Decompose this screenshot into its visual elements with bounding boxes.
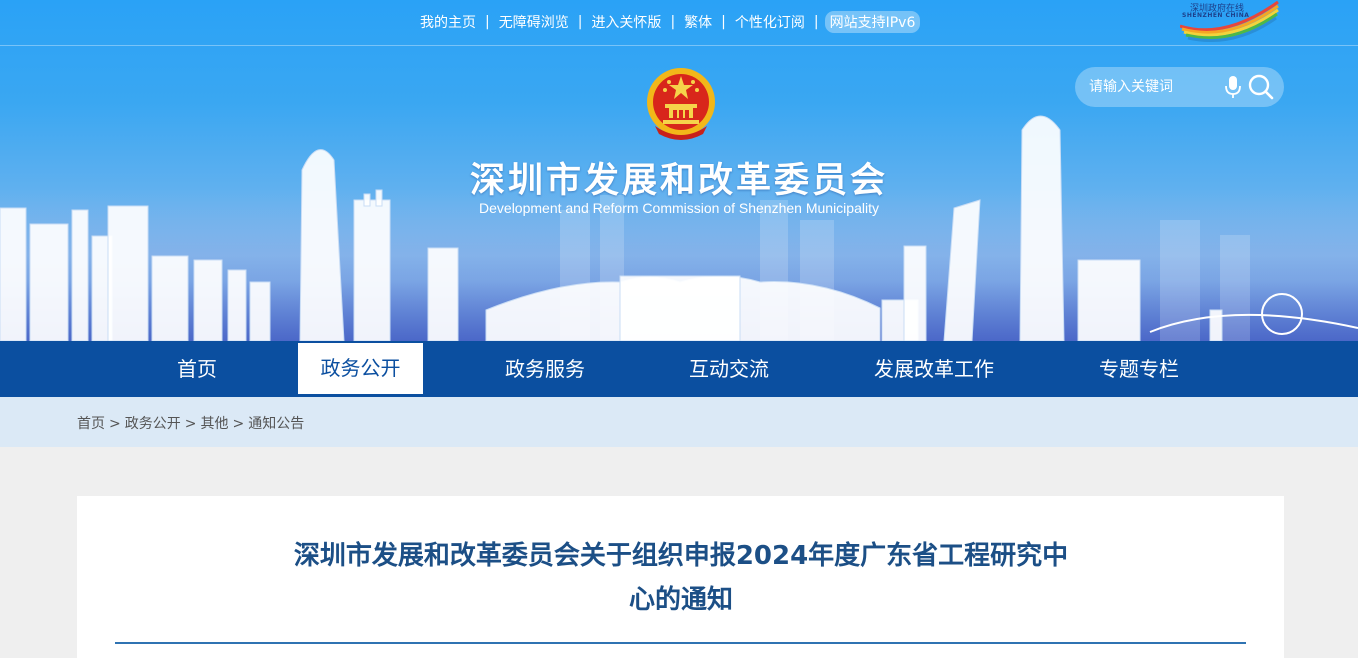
top-bar: 我的主页 | 无障碍浏览 | 进入关怀版 | 繁体 | 个性化订阅 | 网站支持… bbox=[0, 0, 1358, 46]
breadcrumb-other[interactable]: 其他 bbox=[200, 416, 228, 432]
separator: | bbox=[721, 14, 726, 30]
separator: | bbox=[670, 14, 676, 30]
separator: | bbox=[813, 14, 819, 30]
article-card: 深圳市发展和改革委员会关于组织申报2024年度广东省工程研究中 心的通知 bbox=[77, 496, 1284, 658]
logo-text-en: SHENZHEN CHINA bbox=[1182, 12, 1250, 19]
breadcrumb-bar: 首页 > 政务公开 > 其他 > 通知公告 bbox=[0, 397, 1358, 447]
nav-item-interaction[interactable]: 互动交流 bbox=[668, 341, 790, 397]
breadcrumb-separator: > bbox=[109, 416, 121, 432]
search-box bbox=[1075, 67, 1284, 107]
article-title: 深圳市发展和改革委员会关于组织申报2024年度广东省工程研究中 心的通知 bbox=[257, 534, 1105, 622]
nav-item-development-reform[interactable]: 发展改革工作 bbox=[860, 341, 1008, 397]
article-title-line2: 心的通知 bbox=[628, 585, 733, 615]
title-divider bbox=[115, 642, 1246, 644]
main-nav: 首页 政务公开 政务服务 互动交流 发展改革工作 专题专栏 bbox=[0, 341, 1358, 397]
breadcrumb: 首页 > 政务公开 > 其他 > 通知公告 bbox=[77, 413, 304, 433]
personalized-subscribe-link[interactable]: 个性化订阅 bbox=[729, 12, 811, 32]
search-input[interactable] bbox=[1089, 76, 1219, 98]
nav-item-special-topics[interactable]: 专题专栏 bbox=[1078, 341, 1200, 397]
breadcrumb-notices[interactable]: 通知公告 bbox=[248, 416, 304, 432]
breadcrumb-separator: > bbox=[184, 416, 197, 432]
search-icon[interactable] bbox=[1247, 73, 1275, 101]
nav-item-government-services[interactable]: 政务服务 bbox=[484, 341, 606, 397]
separator: | bbox=[577, 14, 583, 30]
nav-item-home[interactable]: 首页 bbox=[136, 341, 258, 397]
separator: | bbox=[485, 14, 490, 30]
breadcrumb-home[interactable]: 首页 bbox=[77, 416, 105, 432]
shenzhen-gov-online-logo[interactable]: 深圳政府在线 SHENZHEN CHINA bbox=[1180, 0, 1280, 42]
elderly-care-version-link[interactable]: 进入关怀版 bbox=[585, 12, 667, 32]
microphone-icon[interactable] bbox=[1223, 75, 1243, 99]
accessible-browse-link[interactable]: 无障碍浏览 bbox=[493, 12, 575, 32]
article-title-line1: 深圳市发展和改革委员会关于组织申报2024年度广东省工程研究中 bbox=[293, 541, 1069, 571]
site-subtitle: Development and Reform Commission of She… bbox=[479, 200, 879, 216]
my-homepage-link[interactable]: 我的主页 bbox=[414, 12, 482, 32]
national-emblem-icon bbox=[645, 66, 717, 142]
breadcrumb-government-affairs[interactable]: 政务公开 bbox=[125, 416, 181, 432]
header-banner: 我的主页 | 无障碍浏览 | 进入关怀版 | 繁体 | 个性化订阅 | 网站支持… bbox=[0, 0, 1358, 341]
traditional-chinese-link[interactable]: 繁体 bbox=[678, 12, 718, 32]
ipv6-badge: 网站支持IPv6 bbox=[824, 11, 921, 33]
breadcrumb-separator: > bbox=[232, 416, 245, 432]
top-links: 我的主页 | 无障碍浏览 | 进入关怀版 | 繁体 | 个性化订阅 | 网站支持… bbox=[414, 10, 921, 34]
site-title: 深圳市发展和改革委员会 bbox=[469, 161, 888, 201]
nav-item-government-affairs[interactable]: 政务公开 bbox=[298, 343, 423, 394]
